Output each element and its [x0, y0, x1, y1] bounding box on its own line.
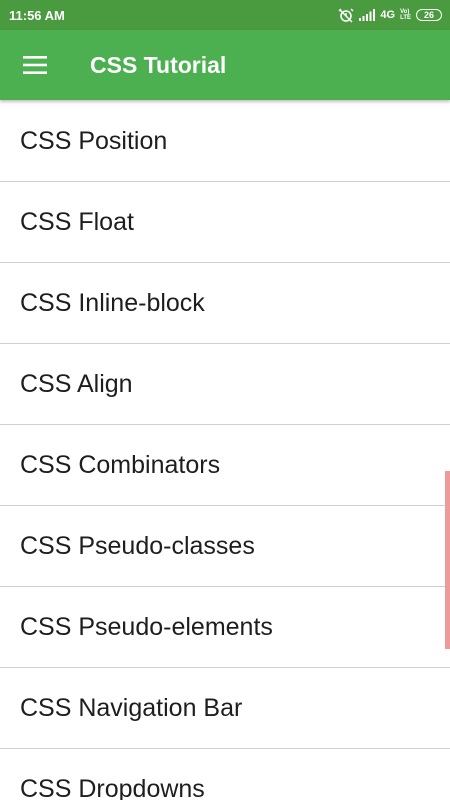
volte-indicator: Vo) LTE	[400, 9, 411, 21]
list-item[interactable]: CSS Float	[0, 182, 450, 263]
status-icons: 4G Vo) LTE 26	[338, 7, 442, 23]
list-item[interactable]: CSS Inline-block	[0, 263, 450, 344]
app-bar: CSS Tutorial	[0, 30, 450, 100]
list-item[interactable]: CSS Align	[0, 344, 450, 425]
volte-bottom: LTE	[400, 15, 411, 21]
list-item[interactable]: CSS Navigation Bar	[0, 668, 450, 749]
list-item[interactable]: CSS Pseudo-elements	[0, 587, 450, 668]
signal-icon	[359, 9, 376, 21]
scrollbar-thumb[interactable]	[445, 471, 450, 649]
screen: 11:56 AM 4G Vo) LTE 26 CSS Tutorial CSS …	[0, 0, 450, 800]
status-time: 11:56 AM	[9, 7, 65, 23]
list-item[interactable]: CSS Combinators	[0, 425, 450, 506]
list-item[interactable]: CSS Position	[0, 101, 450, 182]
list-item[interactable]: CSS Dropdowns	[0, 749, 450, 800]
network-type: 4G	[380, 9, 396, 21]
battery-level: 26	[423, 10, 434, 20]
status-bar: 11:56 AM 4G Vo) LTE 26	[0, 0, 450, 30]
menu-button[interactable]	[0, 30, 70, 100]
battery-icon: 26	[416, 9, 442, 21]
alarm-off-icon	[338, 7, 354, 23]
hamburger-menu-icon	[23, 56, 47, 74]
topic-list: CSS Position CSS Float CSS Inline-block …	[0, 101, 450, 800]
list-item[interactable]: CSS Pseudo-classes	[0, 506, 450, 587]
app-title: CSS Tutorial	[90, 51, 227, 78]
